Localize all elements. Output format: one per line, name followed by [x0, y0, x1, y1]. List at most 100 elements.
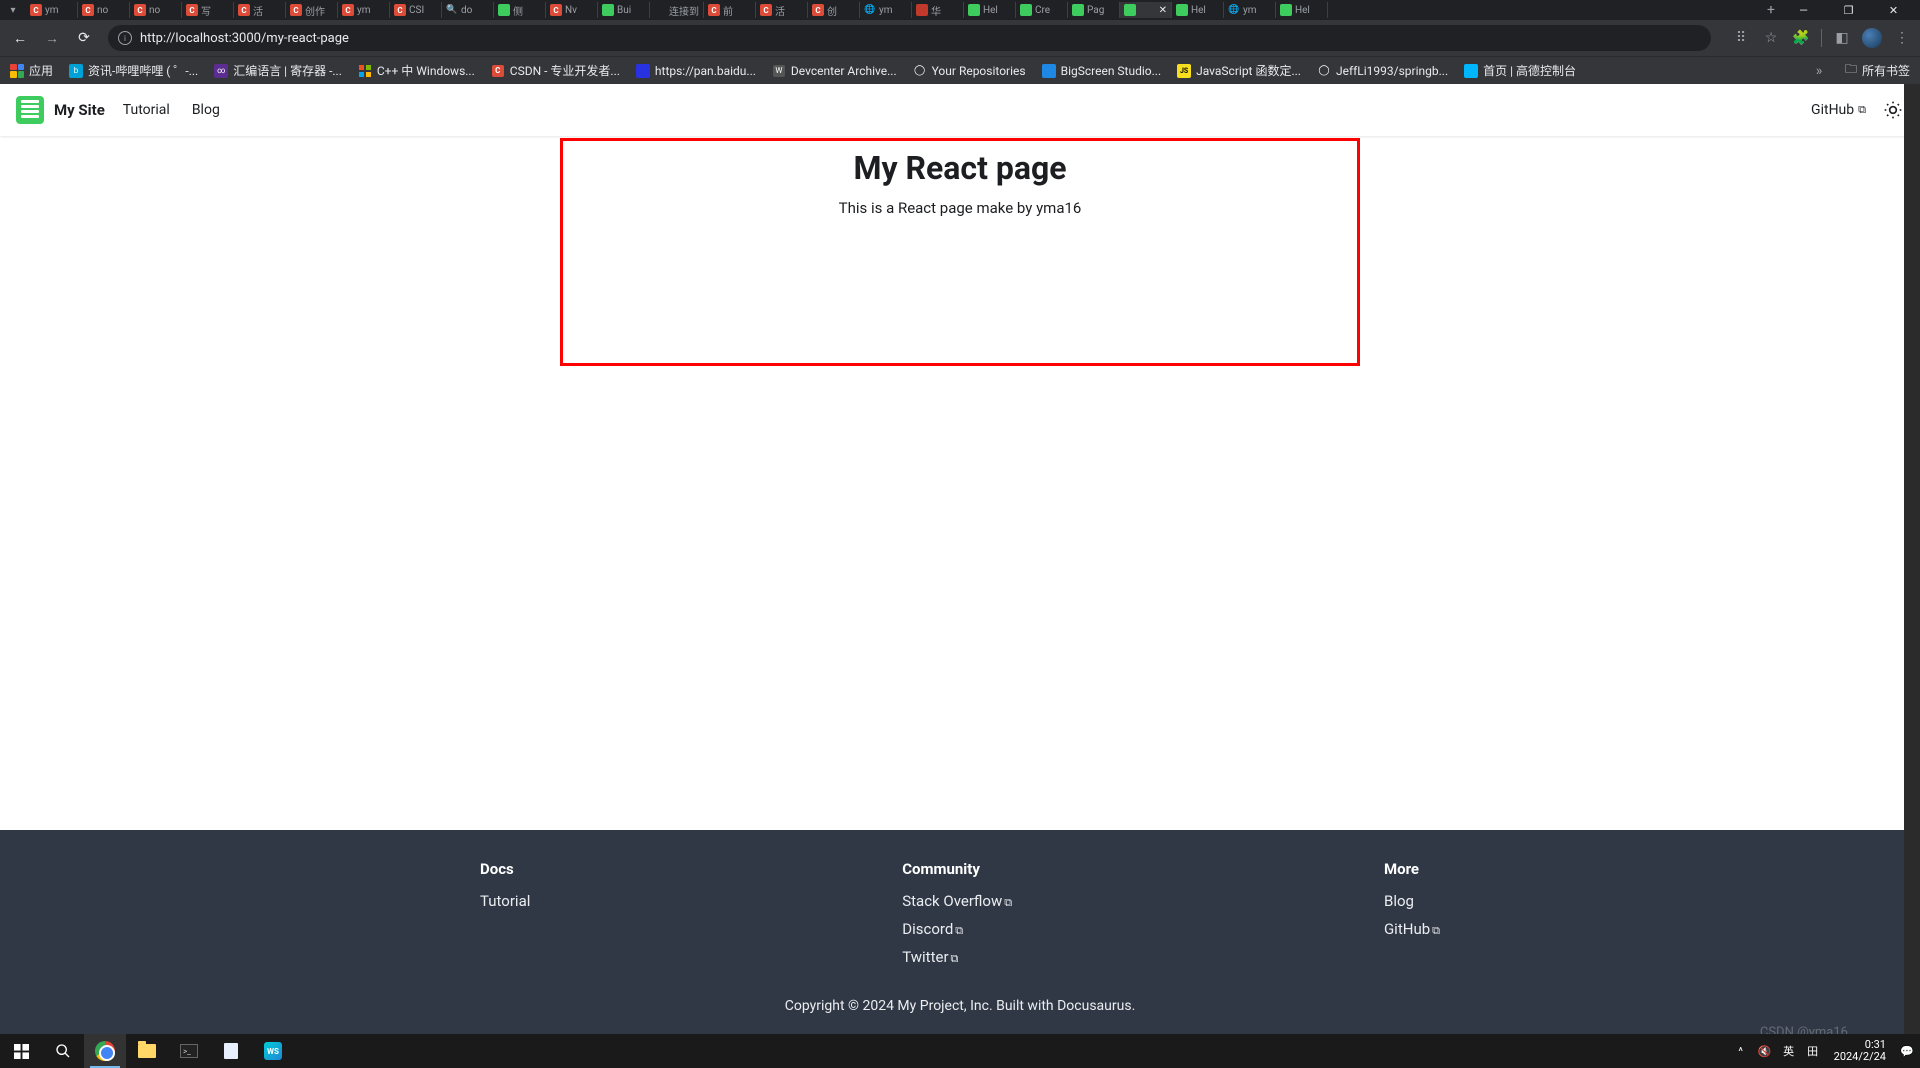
taskbar-webstorm[interactable]: WS	[252, 1034, 294, 1068]
bookmark-item[interactable]: ◯Your Repositories	[913, 62, 1026, 79]
browser-tab[interactable]: 🌐ym	[1224, 2, 1276, 18]
site-nav: Tutorial Blog	[123, 102, 220, 118]
profile-avatar[interactable]	[1862, 28, 1882, 48]
browser-tab[interactable]: 🔍do	[442, 2, 494, 18]
tab-dropdown[interactable]: ▾	[4, 3, 22, 17]
browser-tab[interactable]: C创作	[286, 2, 338, 18]
browser-tab[interactable]: C写	[182, 2, 234, 18]
scrollbar[interactable]	[1904, 84, 1920, 1034]
taskbar: >_ WS ^ 🔇 英 田 0:31 2024/2/24 💬	[0, 1034, 1920, 1068]
footer-link-github[interactable]: GitHub⧉	[1384, 920, 1440, 938]
window-controls: — ❐ ✕	[1781, 1, 1916, 19]
taskbar-notepad[interactable]	[210, 1034, 252, 1068]
browser-tab[interactable]: CCSI	[390, 2, 442, 18]
site-info-icon[interactable]: i	[118, 31, 132, 45]
nav-tutorial[interactable]: Tutorial	[123, 102, 170, 118]
bookmark-item[interactable]: ◯JeffLi1993/springb...	[1317, 62, 1448, 79]
bookmark-item[interactable]: C++ 中 Windows...	[358, 62, 475, 79]
site-header: My Site Tutorial Blog GitHub ⧉	[0, 84, 1920, 136]
bookmark-item[interactable]: https://pan.baidu...	[636, 62, 756, 79]
browser-tab[interactable]: Hel	[964, 2, 1016, 18]
bookmark-item[interactable]: BigScreen Studio...	[1042, 62, 1162, 79]
browser-tab[interactable]: CNv	[546, 2, 598, 18]
folder-icon: 🗀	[1845, 60, 1857, 81]
url-text[interactable]: http://localhost:3000/my-react-page	[140, 31, 1701, 46]
nav-blog[interactable]: Blog	[192, 102, 220, 118]
taskbar-left: >_ WS	[0, 1034, 294, 1068]
external-link-icon: ⧉	[1858, 103, 1866, 117]
footer-docs-title: Docs	[480, 860, 530, 878]
reload-button[interactable]: ⟳	[72, 26, 96, 50]
browser-tab[interactable]: C活	[234, 2, 286, 18]
translate-icon[interactable]: ⠿	[1731, 30, 1751, 46]
browser-tab[interactable]: 华	[912, 2, 964, 18]
bookmark-item[interactable]: 首页 | 高德控制台	[1464, 62, 1576, 79]
search-button[interactable]	[42, 1034, 84, 1068]
external-link-icon: ⧉	[955, 924, 963, 937]
browser-tab[interactable]: Cym	[26, 2, 78, 18]
site-title[interactable]: My Site	[54, 101, 105, 119]
taskbar-terminal[interactable]: >_	[168, 1034, 210, 1068]
browser-tab[interactable]: Cre	[1016, 2, 1068, 18]
forward-button[interactable]: →	[40, 26, 64, 50]
browser-tab[interactable]: Pag	[1068, 2, 1120, 18]
bookmark-item[interactable]: 应用	[10, 62, 53, 79]
browser-tab[interactable]: ✕	[1120, 2, 1172, 18]
sidepanel-icon[interactable]: ◧	[1832, 30, 1852, 46]
extensions-icon[interactable]: 🧩	[1791, 30, 1811, 46]
tray-expand-icon[interactable]: ^	[1732, 1045, 1750, 1058]
footer-link-tutorial[interactable]: Tutorial	[480, 892, 530, 910]
ime-mode[interactable]: 田	[1804, 1043, 1822, 1059]
webpage: My Site Tutorial Blog GitHub ⧉ My	[0, 84, 1920, 1034]
address-bar[interactable]: i http://localhost:3000/my-react-page	[108, 25, 1711, 51]
volume-icon[interactable]: 🔇	[1756, 1045, 1774, 1058]
bookmark-item[interactable]: WDevcenter Archive...	[772, 62, 897, 79]
all-bookmarks[interactable]: 🗀 所有书签	[1845, 60, 1910, 81]
toolbar-right: ⠿ ☆ 🧩 ◧ ⋮	[1731, 28, 1912, 48]
footer-col-more: More Blog GitHub⧉	[1384, 860, 1440, 976]
browser-tab[interactable]: C创	[808, 2, 860, 18]
bookmarks-overflow[interactable]: »	[1809, 63, 1829, 79]
highlighted-box: My React page This is a React page make …	[560, 138, 1360, 366]
footer-link-stackoverflow[interactable]: Stack Overflow⧉	[902, 892, 1012, 910]
browser-tab[interactable]: Hel	[1172, 2, 1224, 18]
ime-lang[interactable]: 英	[1780, 1043, 1798, 1059]
close-window-button[interactable]: ✕	[1871, 1, 1916, 19]
new-tab-button[interactable]: +	[1761, 2, 1781, 18]
browser-tab[interactable]: C前	[704, 2, 756, 18]
menu-icon[interactable]: ⋮	[1892, 30, 1912, 46]
minimize-button[interactable]: —	[1781, 1, 1826, 19]
browser-tab[interactable]: C活	[756, 2, 808, 18]
browser-tab[interactable]: Cym	[338, 2, 390, 18]
maximize-button[interactable]: ❐	[1826, 1, 1871, 19]
footer-link-blog[interactable]: Blog	[1384, 892, 1440, 910]
browser-tab[interactable]: Bui	[598, 2, 650, 18]
browser-tab[interactable]: Cno	[130, 2, 182, 18]
site-logo[interactable]	[16, 96, 44, 124]
external-link-icon: ⧉	[951, 952, 959, 965]
browser-tab[interactable]: 连接到	[650, 2, 704, 18]
back-button[interactable]: ←	[8, 26, 32, 50]
tab-bar: ▾ CymCnoCnoC写C活C创作CymCCSI🔍do侧CNvBui连接到C前…	[0, 0, 1920, 20]
bookmark-item[interactable]: b资讯-哔哩哔哩 ( ゜-...	[69, 62, 198, 79]
browser-tab[interactable]: Cno	[78, 2, 130, 18]
footer-link-discord[interactable]: Discord⧉	[902, 920, 1012, 938]
bookmark-item[interactable]: ∞汇编语言 | 寄存器 -...	[214, 62, 342, 79]
github-link[interactable]: GitHub ⧉	[1811, 102, 1866, 118]
footer-community-title: Community	[902, 860, 1012, 878]
site-footer: Docs Tutorial Community Stack Overflow⧉ …	[0, 830, 1920, 1034]
notifications-icon[interactable]: 💬	[1898, 1045, 1916, 1058]
browser-tab[interactable]: Hel	[1276, 2, 1328, 18]
browser-tab[interactable]: 🌐ym	[860, 2, 912, 18]
start-button[interactable]	[0, 1034, 42, 1068]
star-icon[interactable]: ☆	[1761, 30, 1781, 46]
clock[interactable]: 0:31 2024/2/24	[1828, 1039, 1892, 1063]
taskbar-right: ^ 🔇 英 田 0:31 2024/2/24 💬	[1732, 1034, 1920, 1068]
footer-link-twitter[interactable]: Twitter⧉	[902, 948, 1012, 966]
theme-toggle[interactable]	[1882, 99, 1904, 121]
browser-tab[interactable]: 侧	[494, 2, 546, 18]
taskbar-chrome[interactable]	[84, 1034, 126, 1068]
taskbar-explorer[interactable]	[126, 1034, 168, 1068]
bookmark-item[interactable]: CCSDN - 专业开发者...	[491, 62, 620, 79]
bookmark-item[interactable]: JSJavaScript 函数定...	[1177, 62, 1301, 79]
